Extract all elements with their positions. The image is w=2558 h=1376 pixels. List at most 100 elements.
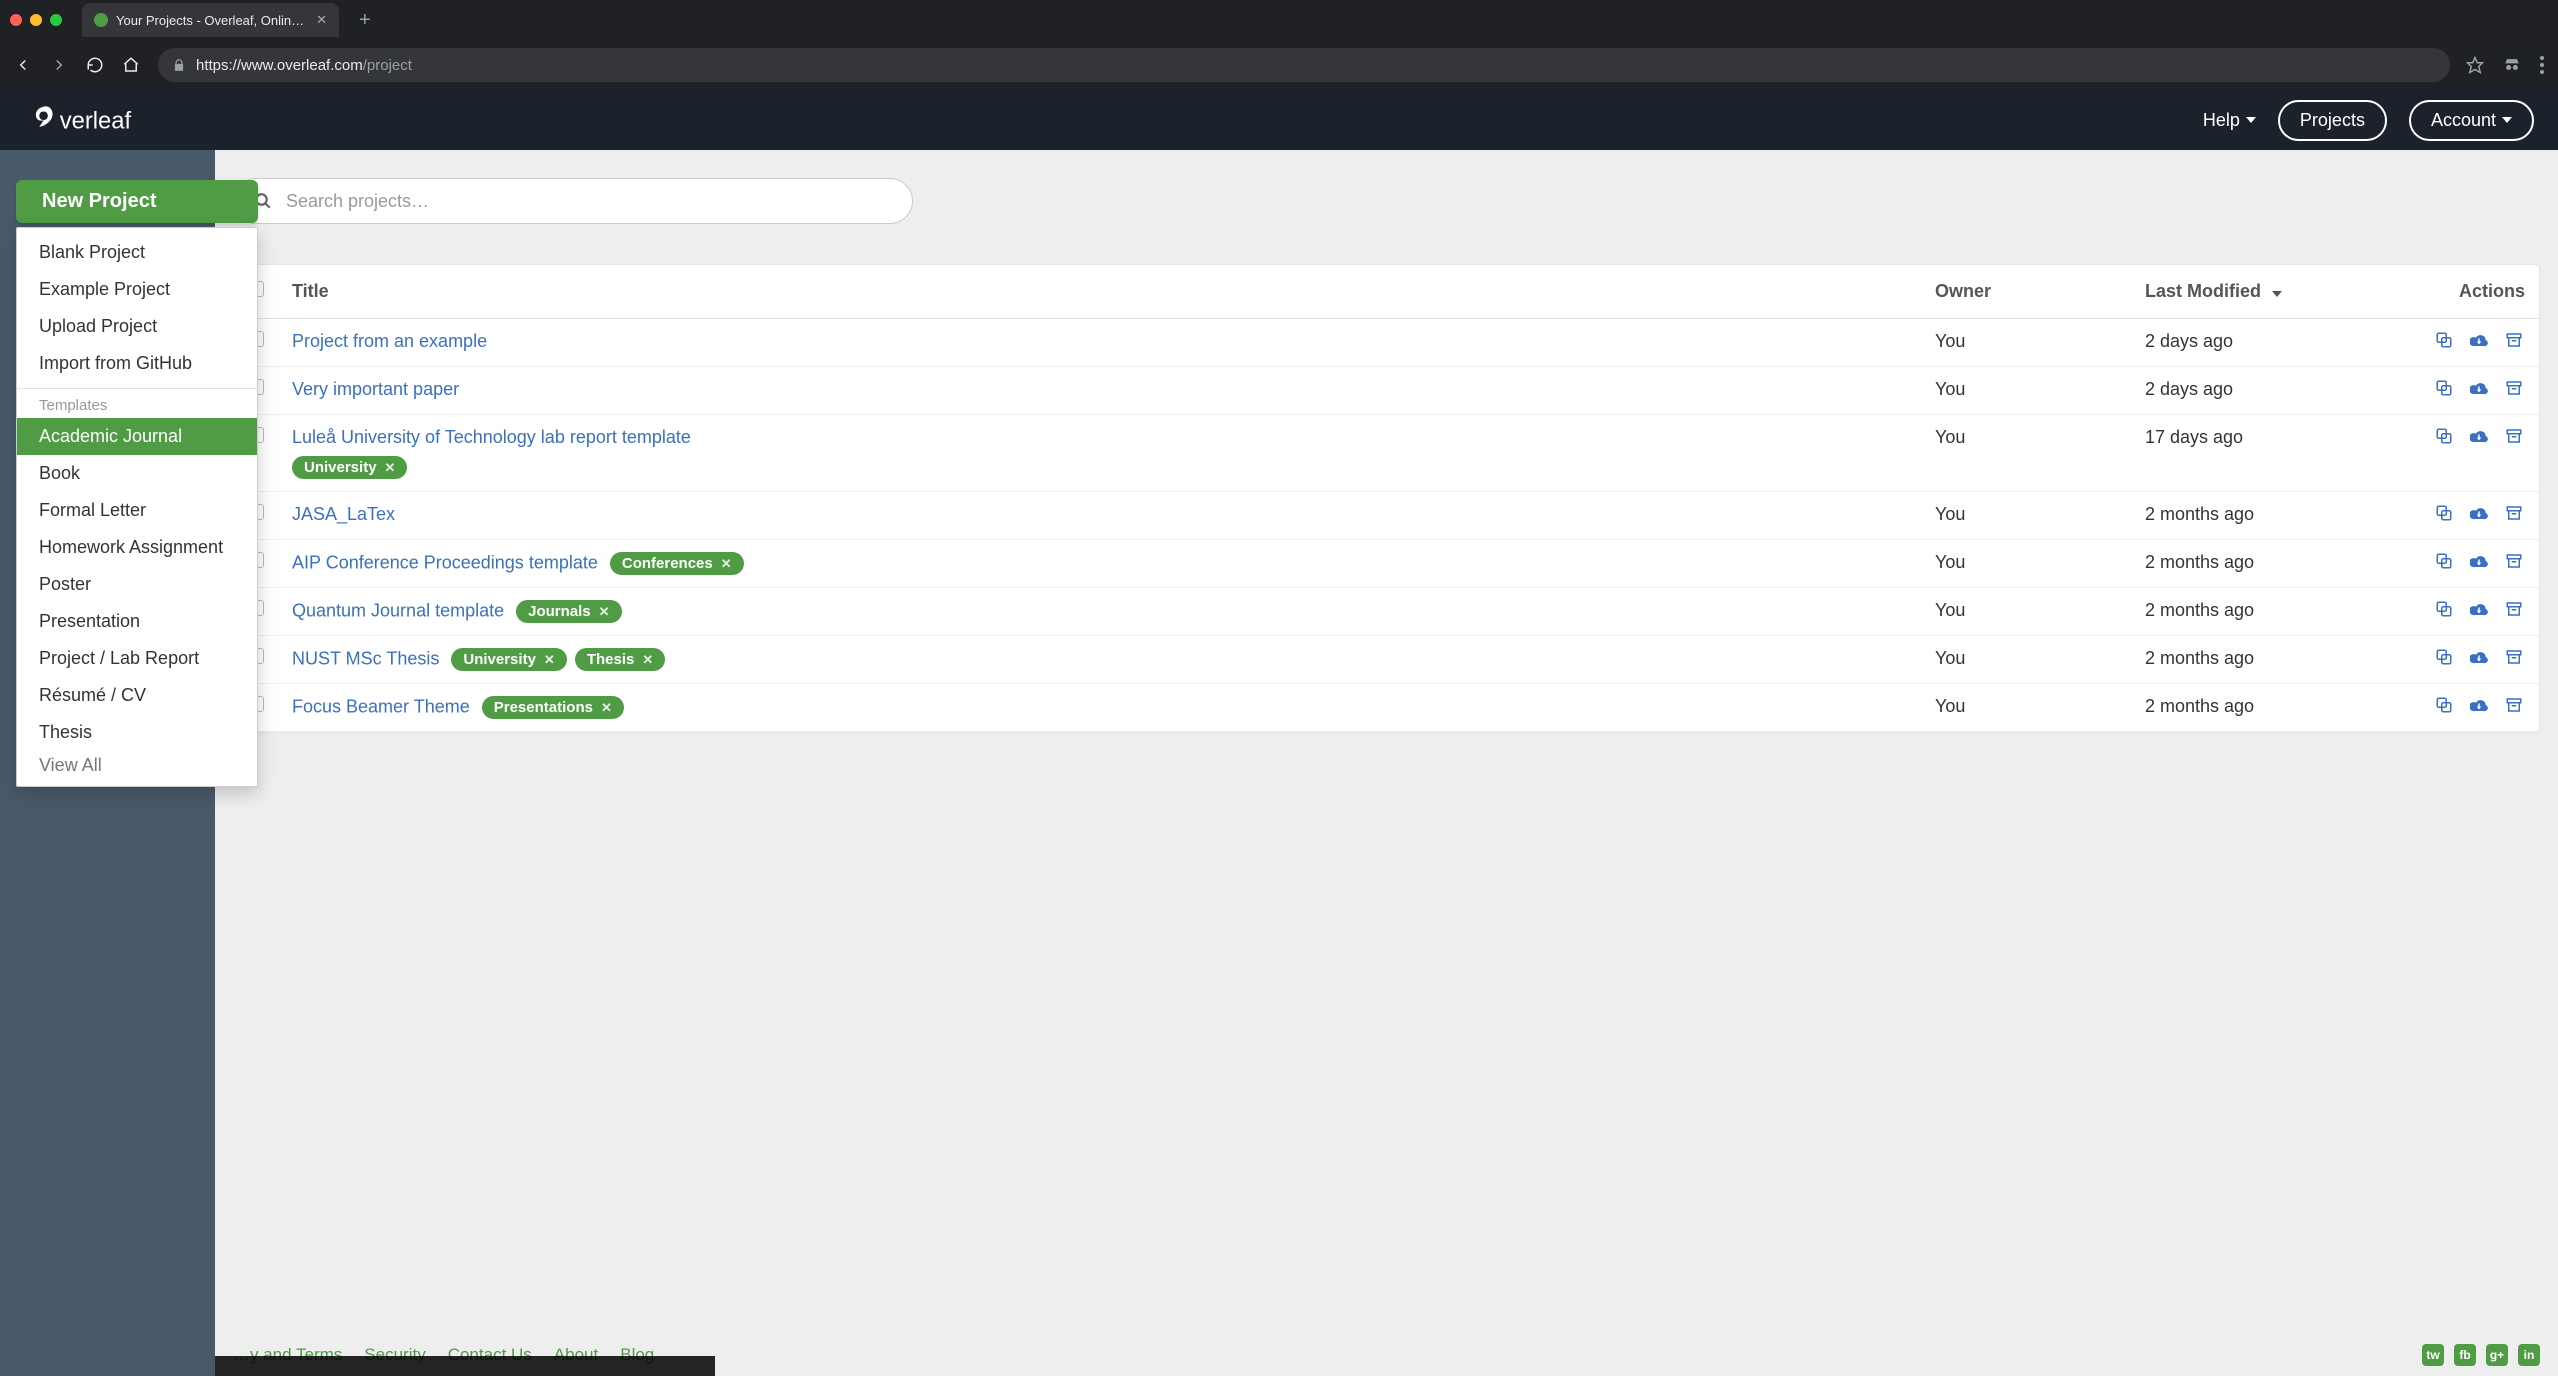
download-icon[interactable] <box>2470 552 2490 570</box>
archive-icon[interactable] <box>2505 648 2525 666</box>
forward-icon[interactable] <box>50 56 70 74</box>
col-owner[interactable]: Owner <box>1921 265 2131 319</box>
incognito-icon[interactable] <box>2502 55 2522 75</box>
archive-icon[interactable] <box>2505 379 2525 397</box>
archive-icon[interactable] <box>2505 600 2525 618</box>
tag-remove-icon[interactable]: ✕ <box>642 652 653 668</box>
np-template-item[interactable]: Homework Assignment <box>17 529 257 566</box>
table-row: JASA_LaTexYou2 months ago <box>234 492 2539 540</box>
copy-icon[interactable] <box>2435 504 2455 522</box>
project-link[interactable]: Very important paper <box>292 379 459 399</box>
help-menu[interactable]: Help <box>2203 110 2256 131</box>
overleaf-logo[interactable]: verleaf <box>24 103 194 137</box>
np-item[interactable]: Import from GitHub <box>17 345 257 382</box>
np-item[interactable]: Example Project <box>17 271 257 308</box>
project-link[interactable]: AIP Conference Proceedings template <box>292 552 598 572</box>
search-box[interactable] <box>233 178 913 224</box>
np-template-item[interactable]: Thesis <box>17 714 257 751</box>
np-template-item[interactable]: Academic Journal <box>17 418 257 455</box>
np-template-item[interactable]: View All <box>17 751 257 784</box>
projects-button[interactable]: Projects <box>2278 100 2387 141</box>
row-title-cell: AIP Conference Proceedings template Confe… <box>278 540 1921 588</box>
new-project-button[interactable]: New Project <box>16 180 258 223</box>
tag-remove-icon[interactable]: ✕ <box>599 604 610 620</box>
star-icon[interactable] <box>2466 56 2484 74</box>
np-item[interactable]: Upload Project <box>17 308 257 345</box>
tag[interactable]: Journals✕ <box>516 600 621 623</box>
copy-icon[interactable] <box>2435 648 2455 666</box>
copy-icon[interactable] <box>2435 600 2455 618</box>
projects-label: Projects <box>2300 110 2365 131</box>
copy-icon[interactable] <box>2435 427 2455 445</box>
tag[interactable]: Presentations✕ <box>482 696 624 719</box>
tag-remove-icon[interactable]: ✕ <box>385 460 396 476</box>
minimize-window-icon[interactable] <box>30 14 42 26</box>
table-header-row: Title Owner Last Modified Actions <box>234 265 2539 319</box>
tag-label: University <box>304 459 377 476</box>
svg-text:verleaf: verleaf <box>60 108 132 135</box>
googleplus-icon[interactable]: g+ <box>2486 1344 2508 1366</box>
templates-header: Templates <box>17 391 257 418</box>
close-window-icon[interactable] <box>10 14 22 26</box>
np-template-item[interactable]: Presentation <box>17 603 257 640</box>
archive-icon[interactable] <box>2505 331 2525 349</box>
archive-icon[interactable] <box>2505 552 2525 570</box>
browser-tabbar: Your Projects - Overleaf, Onlin… ✕ + <box>0 0 2558 40</box>
col-modified[interactable]: Last Modified <box>2131 265 2411 319</box>
np-template-item[interactable]: Project / Lab Report <box>17 640 257 677</box>
copy-icon[interactable] <box>2435 696 2455 714</box>
project-link[interactable]: Focus Beamer Theme <box>292 696 470 716</box>
download-icon[interactable] <box>2470 600 2490 618</box>
tag[interactable]: Thesis✕ <box>575 648 665 671</box>
address-bar[interactable]: https://www.overleaf.com/project <box>158 48 2450 82</box>
tag[interactable]: University✕ <box>451 648 566 671</box>
tag-remove-icon[interactable]: ✕ <box>721 556 732 572</box>
home-icon[interactable] <box>122 56 142 74</box>
np-template-item[interactable]: Formal Letter <box>17 492 257 529</box>
copy-icon[interactable] <box>2435 331 2455 349</box>
twitter-icon[interactable]: tw <box>2422 1344 2444 1366</box>
project-link[interactable]: Quantum Journal template <box>292 600 504 620</box>
copy-icon[interactable] <box>2435 379 2455 397</box>
download-icon[interactable] <box>2470 696 2490 714</box>
browser-tab[interactable]: Your Projects - Overleaf, Onlin… ✕ <box>82 3 339 37</box>
facebook-icon[interactable]: fb <box>2454 1344 2476 1366</box>
download-icon[interactable] <box>2470 379 2490 397</box>
close-tab-icon[interactable]: ✕ <box>316 12 327 28</box>
download-icon[interactable] <box>2470 427 2490 445</box>
project-link[interactable]: JASA_LaTex <box>292 504 395 524</box>
np-template-item[interactable]: Poster <box>17 566 257 603</box>
tag-remove-icon[interactable]: ✕ <box>601 700 612 716</box>
project-link[interactable]: NUST MSc Thesis <box>292 648 439 668</box>
project-link[interactable]: Luleå University of Technology lab repor… <box>292 427 691 447</box>
kebab-menu-icon[interactable] <box>2540 56 2544 74</box>
table-row: Quantum Journal templateJournals✕You2 mo… <box>234 588 2539 636</box>
linkedin-icon[interactable]: in <box>2518 1344 2540 1366</box>
tag[interactable]: University ✕ <box>292 456 407 479</box>
archive-icon[interactable] <box>2505 504 2525 522</box>
col-title[interactable]: Title <box>278 265 1921 319</box>
row-modified: 2 months ago <box>2131 636 2411 684</box>
np-template-item[interactable]: Résumé / CV <box>17 677 257 714</box>
download-icon[interactable] <box>2470 331 2490 349</box>
download-icon[interactable] <box>2470 648 2490 666</box>
row-modified: 2 days ago <box>2131 367 2411 415</box>
project-link[interactable]: Project from an example <box>292 331 487 351</box>
archive-icon[interactable] <box>2505 427 2525 445</box>
account-menu[interactable]: Account <box>2409 100 2534 141</box>
projects-table: Title Owner Last Modified Actions Projec… <box>233 264 2540 733</box>
copy-icon[interactable] <box>2435 552 2455 570</box>
back-icon[interactable] <box>14 56 34 74</box>
row-actions <box>2411 492 2539 540</box>
tag[interactable]: Conferences✕ <box>610 552 744 575</box>
download-icon[interactable] <box>2470 504 2490 522</box>
search-input[interactable] <box>286 191 892 212</box>
reload-icon[interactable] <box>86 56 106 74</box>
np-template-item[interactable]: Book <box>17 455 257 492</box>
maximize-window-icon[interactable] <box>50 14 62 26</box>
new-tab-button[interactable]: + <box>349 9 381 32</box>
row-modified: 2 months ago <box>2131 540 2411 588</box>
tag-remove-icon[interactable]: ✕ <box>544 652 555 668</box>
archive-icon[interactable] <box>2505 696 2525 714</box>
np-item[interactable]: Blank Project <box>17 234 257 271</box>
